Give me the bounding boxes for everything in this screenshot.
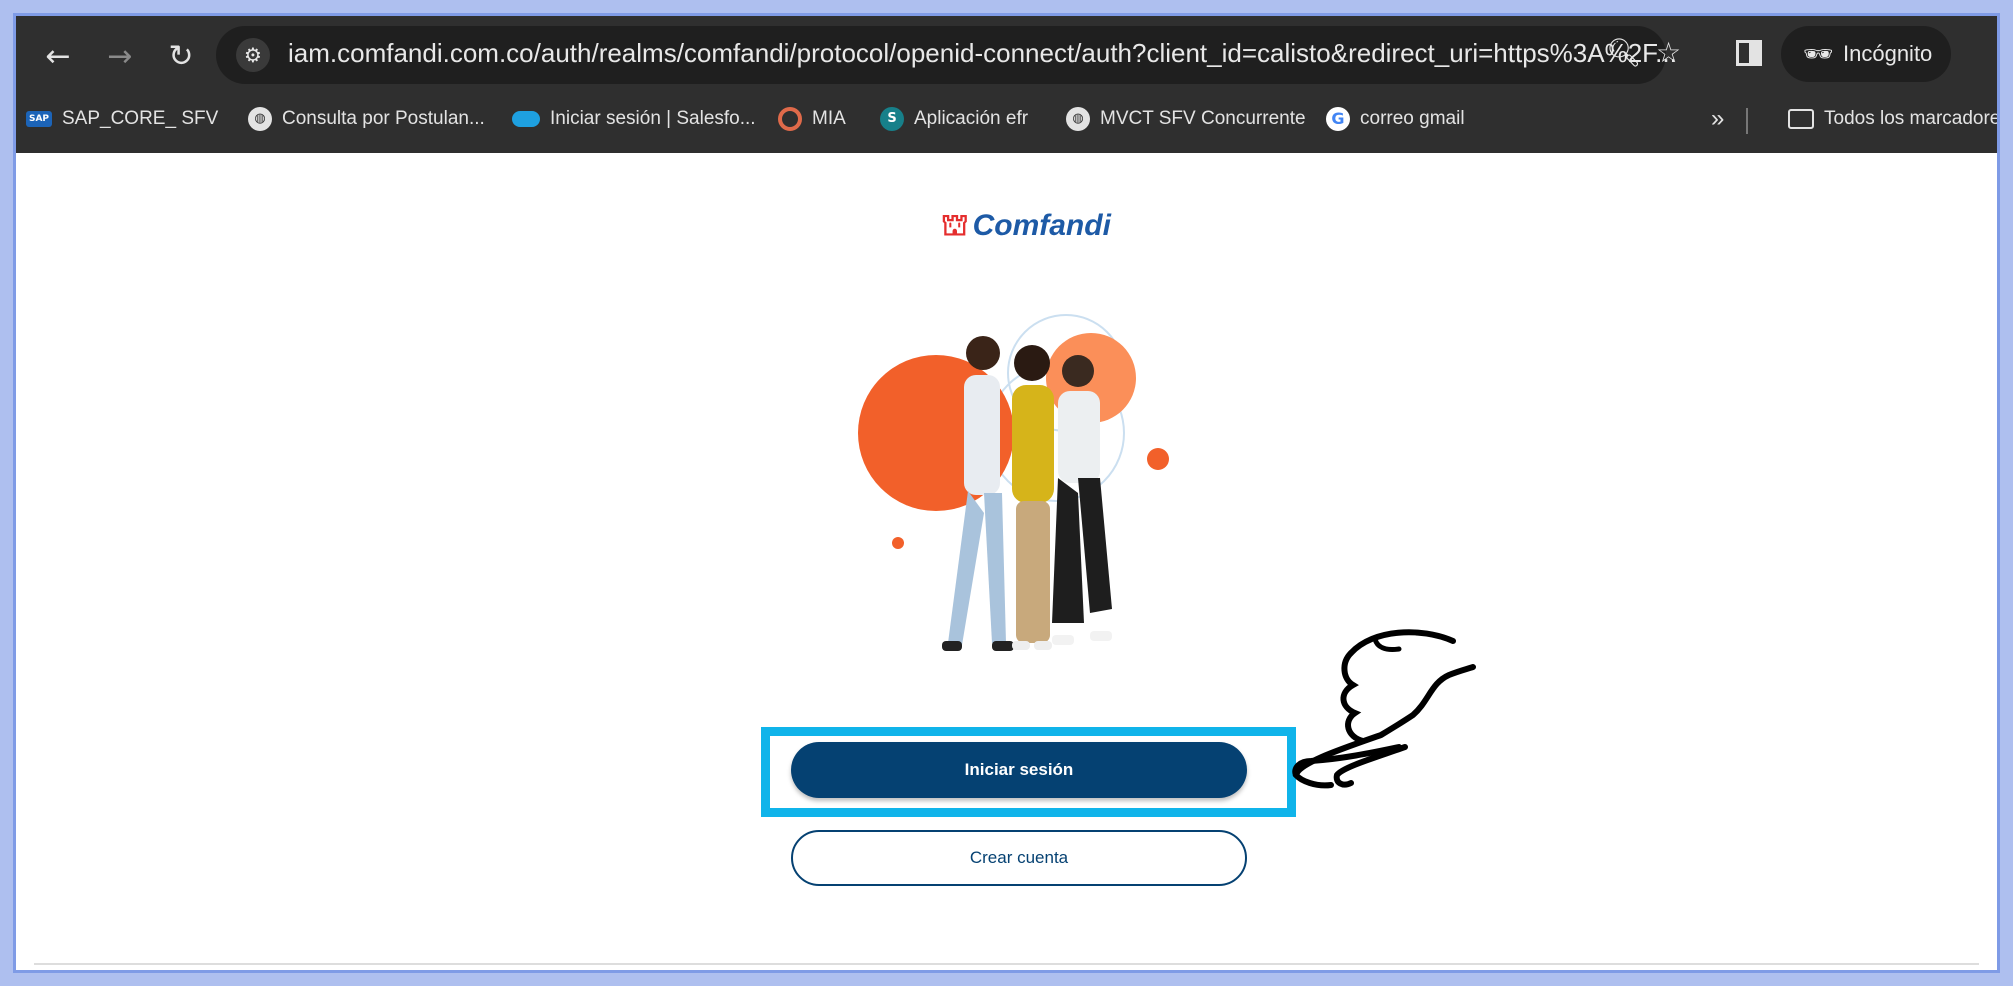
bookmarks-overflow[interactable]: » [1711,104,1724,134]
side-panel-icon[interactable] [1736,40,1762,66]
bookmark-label: MVCT SFV Concurrente [1100,108,1306,129]
globe-icon: ◍ [1066,107,1090,131]
bookmark-salesforce[interactable]: Iniciar sesión | Salesfo... [512,104,756,134]
page-bottom-border [34,963,1979,965]
browser-window: ← → ↻ ⚙ iam.comfandi.com.co/auth/realms/… [13,13,2000,973]
browser-toolbar: ← → ↻ ⚙ iam.comfandi.com.co/auth/realms/… [16,16,1997,153]
forward-arrow-icon[interactable]: → [100,36,140,76]
create-account-button[interactable]: Crear cuenta [791,830,1247,886]
incognito-icon: 🕶︎ [1803,40,1834,68]
bookmark-sap-core[interactable]: SAP SAP_CORE_ SFV [26,104,218,134]
incognito-label: Incógnito [1843,41,1933,66]
login-page: ⛫ Comfandi Iniciar sesión Crear cuenta [16,153,1997,970]
logo-text: Comfandi [972,209,1111,242]
sharepoint-icon: S [880,107,904,131]
comfandi-logo-icon: ⛫ [941,208,969,243]
address-bar[interactable]: ⚙ iam.comfandi.com.co/auth/realms/comfan… [216,26,1681,84]
bookmark-star-icon[interactable]: ☆ [1656,36,1681,69]
bookmark-mia[interactable]: MIA [778,104,846,134]
mia-icon [778,107,802,131]
reload-icon[interactable]: ↻ [161,36,201,76]
bookmark-gmail[interactable]: G correo gmail [1326,104,1465,134]
bookmark-label: Iniciar sesión | Salesfo... [550,108,756,129]
all-bookmarks-folder[interactable]: Todos los marcadores [1788,104,2000,134]
salesforce-cloud-icon [512,111,540,127]
bookmark-label: SAP_CORE_ SFV [62,108,219,129]
people-illustration [858,314,1169,651]
google-icon: G [1326,107,1350,131]
incognito-badge[interactable]: 🕶︎ Incógnito [1781,26,1951,82]
site-settings-icon[interactable]: ⚙ [236,38,270,72]
browser-menu-icon[interactable]: ⋮ [1984,36,1997,71]
back-arrow-icon[interactable]: ← [38,36,78,76]
url-text[interactable]: iam.comfandi.com.co/auth/realms/comfandi… [288,38,1677,69]
folder-icon [1788,109,1814,129]
bookmark-mvct[interactable]: ◍ MVCT SFV Concurrente [1066,104,1306,134]
bookmark-label: correo gmail [1360,108,1465,129]
bookmark-label: Consulta por Postulan... [282,108,485,129]
bookmark-divider [1746,108,1748,134]
globe-icon: ◍ [248,107,272,131]
all-bookmarks-label: Todos los marcadores [1824,108,2000,129]
zoom-icon[interactable]: 🔍︎ [1606,36,1642,69]
bookmark-label: Aplicación efr [914,108,1029,129]
comfandi-logo: ⛫ Comfandi [941,208,1111,247]
bookmark-consulta[interactable]: ◍ Consulta por Postulan... [248,104,485,134]
sap-icon: SAP [26,111,52,127]
login-button[interactable]: Iniciar sesión [791,742,1247,798]
pointing-hand-icon [1292,629,1476,789]
bookmark-aplicacion-efr[interactable]: S Aplicación efr [880,104,1028,134]
bookmark-label: MIA [812,108,846,129]
